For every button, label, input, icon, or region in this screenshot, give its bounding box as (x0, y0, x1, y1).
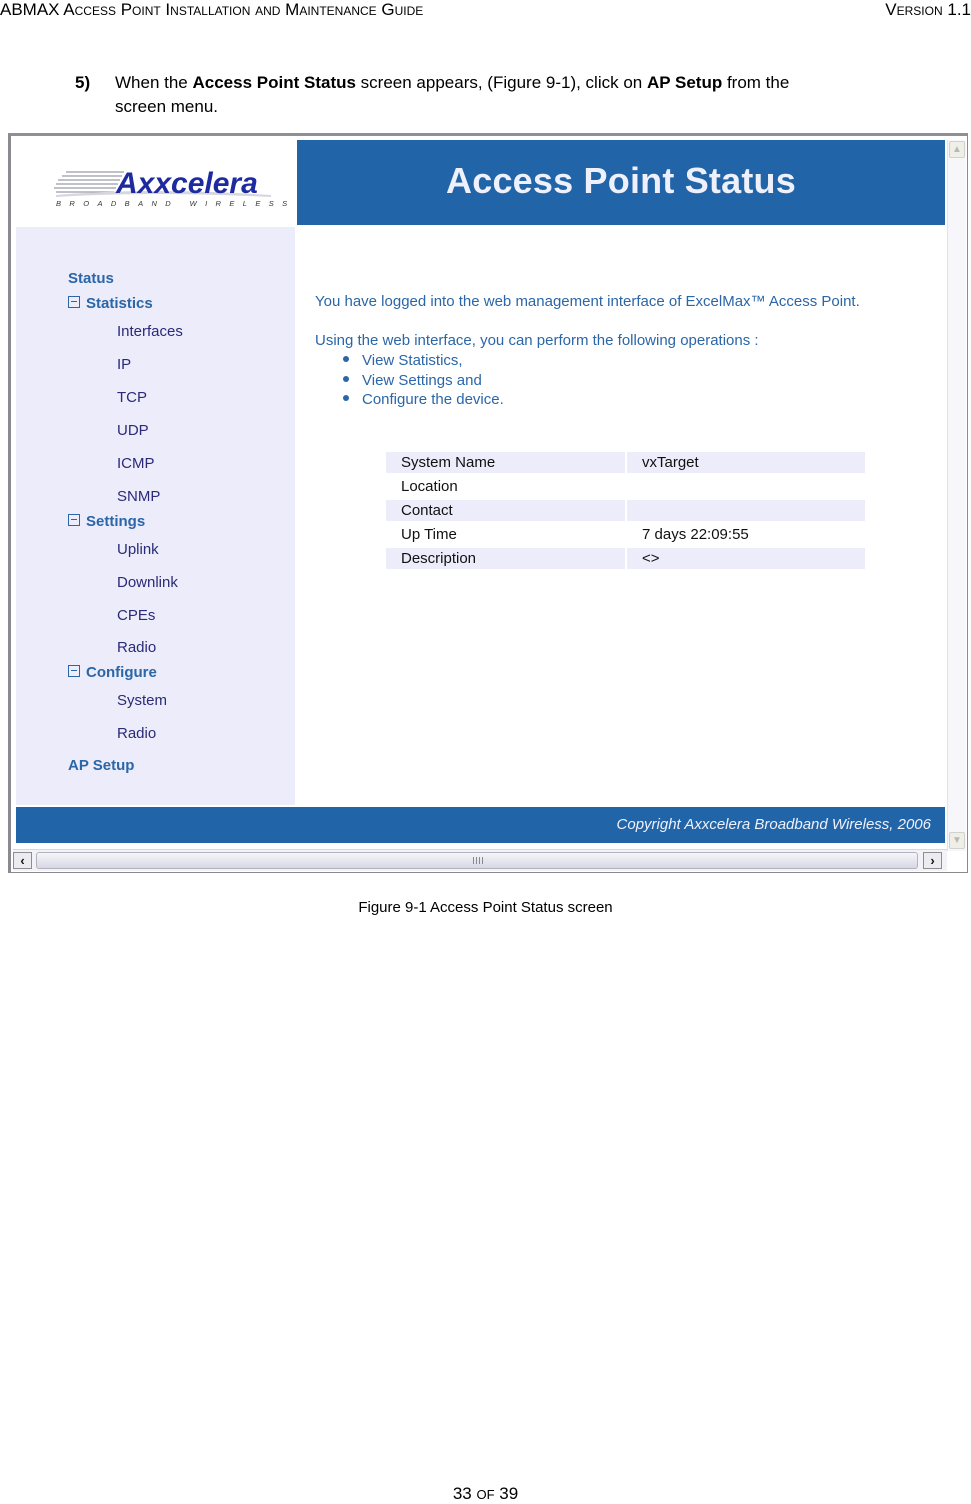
document-title: ABMAX Access Point Installation and Main… (0, 0, 424, 19)
info-value: 7 days 22:09:55 (642, 526, 749, 543)
vertical-scrollbar[interactable]: ▲ ▼ (947, 140, 966, 851)
page-total: 39 (499, 1484, 519, 1503)
info-key: Contact (386, 500, 625, 521)
scrollbar-thumb[interactable] (36, 852, 918, 869)
logo-brand: Axxcelera (115, 167, 258, 200)
nav-snmp[interactable]: SNMP (117, 488, 160, 505)
nav-configure-radio[interactable]: Radio (117, 725, 156, 742)
step-text-1: When the (115, 73, 193, 92)
table-row: Contact (386, 500, 865, 521)
nav-tcp[interactable]: TCP (117, 389, 147, 406)
table-row: Up Time 7 days 22:09:55 (386, 524, 865, 545)
collapse-icon[interactable] (68, 514, 80, 527)
document-header: ABMAX Access Point Installation and Main… (0, 0, 971, 22)
nav-statistics[interactable]: Statistics (68, 295, 153, 312)
step-text-line2: screen menu. (115, 97, 218, 116)
welcome-text: You have logged into the web management … (315, 293, 860, 310)
nav-status[interactable]: Status (68, 270, 114, 287)
nav-configure-label: Configure (86, 664, 157, 681)
step-text-3: from the (722, 73, 790, 92)
nav-configure[interactable]: Configure (68, 664, 157, 681)
table-row: Description <> (386, 548, 865, 569)
info-value: vxTarget (627, 452, 865, 473)
step-text-2: screen appears, (Figure 9-1), click on (355, 73, 647, 92)
horizontal-scrollbar[interactable]: ‹ › (13, 849, 947, 871)
nav-cpes[interactable]: CPEs (117, 607, 155, 624)
collapse-icon[interactable] (68, 665, 80, 678)
scroll-right-icon[interactable]: › (923, 852, 942, 869)
operations-list: View Statistics, View Settings and Confi… (343, 351, 504, 410)
nav-uplink[interactable]: Uplink (117, 541, 159, 558)
info-key: System Name (386, 452, 625, 473)
nav-settings-radio[interactable]: Radio (117, 639, 156, 656)
nav-icmp[interactable]: ICMP (117, 455, 155, 472)
page-number: 33 of 39 (0, 1484, 971, 1504)
nav-settings-label: Settings (86, 513, 146, 530)
collapse-icon[interactable] (68, 296, 80, 309)
page-of: of (476, 1487, 495, 1502)
axxcelera-logo: Axxcelera BROADBAND WIRELESS (16, 140, 295, 227)
nav-settings[interactable]: Settings (68, 513, 145, 530)
info-key: Location (401, 478, 458, 495)
footer-bar: Copyright Axxcelera Broadband Wireless, … (16, 807, 945, 843)
list-item: View Settings and (343, 371, 504, 391)
list-item: Configure the device. (343, 390, 504, 410)
operation-label: View Settings and (362, 371, 482, 389)
main-content: You have logged into the web management … (299, 227, 945, 805)
page-title: Access Point Status (297, 140, 945, 225)
table-row: System Name vxTarget (386, 452, 865, 473)
info-value: <> (627, 548, 865, 569)
scroll-down-icon[interactable]: ▼ (949, 832, 965, 849)
step-bold-ap-setup: AP Setup (646, 73, 723, 92)
system-info-table: System Name vxTarget Location Contact Up … (384, 449, 867, 572)
info-value (627, 476, 865, 497)
grip-icon (473, 857, 483, 864)
bullet-icon (343, 356, 349, 363)
copyright-text: Copyright Axxcelera Broadband Wireless, … (616, 816, 931, 833)
figure-caption: Figure 9-1 Access Point Status screen (358, 899, 613, 916)
nav-downlink[interactable]: Downlink (117, 574, 178, 591)
nav-udp[interactable]: UDP (117, 422, 149, 439)
scroll-up-icon[interactable]: ▲ (949, 141, 965, 158)
info-key: Up Time (401, 526, 457, 543)
step-number: 5) (75, 73, 91, 92)
nav-interfaces[interactable]: Interfaces (117, 323, 183, 340)
instruction-step: 5) When the Access Point Status screen ap… (75, 71, 955, 119)
info-key: Description (386, 548, 625, 569)
document-version: Version 1.1 (885, 0, 971, 19)
nav-system[interactable]: System (117, 692, 167, 709)
operation-label: Configure the device. (362, 391, 504, 408)
logo-tagline: BROADBAND WIRELESS (56, 199, 295, 208)
step-bold-screen: Access Point Status (192, 73, 356, 92)
operation-label: View Statistics, (362, 352, 463, 369)
table-row: Location (386, 476, 865, 497)
operations-intro: Using the web interface, you can perform… (315, 332, 759, 349)
info-value (627, 500, 865, 521)
logo-icon: Axxcelera BROADBAND WIRELESS (54, 167, 295, 208)
nav-statistics-label: Statistics (86, 295, 153, 312)
bullet-icon (343, 395, 349, 402)
scroll-left-icon[interactable]: ‹ (13, 852, 32, 869)
bullet-icon (343, 375, 349, 382)
nav-ap-setup[interactable]: AP Setup (68, 757, 134, 774)
page-current: 33 (452, 1484, 472, 1503)
list-item: View Statistics, (343, 351, 504, 371)
browser-screenshot: Axxcelera BROADBAND WIRELESS Access Poin… (8, 133, 968, 873)
nav-ip[interactable]: IP (117, 356, 131, 373)
sidebar-nav: Status Statistics Interfaces IP TCP UDP … (16, 227, 295, 805)
